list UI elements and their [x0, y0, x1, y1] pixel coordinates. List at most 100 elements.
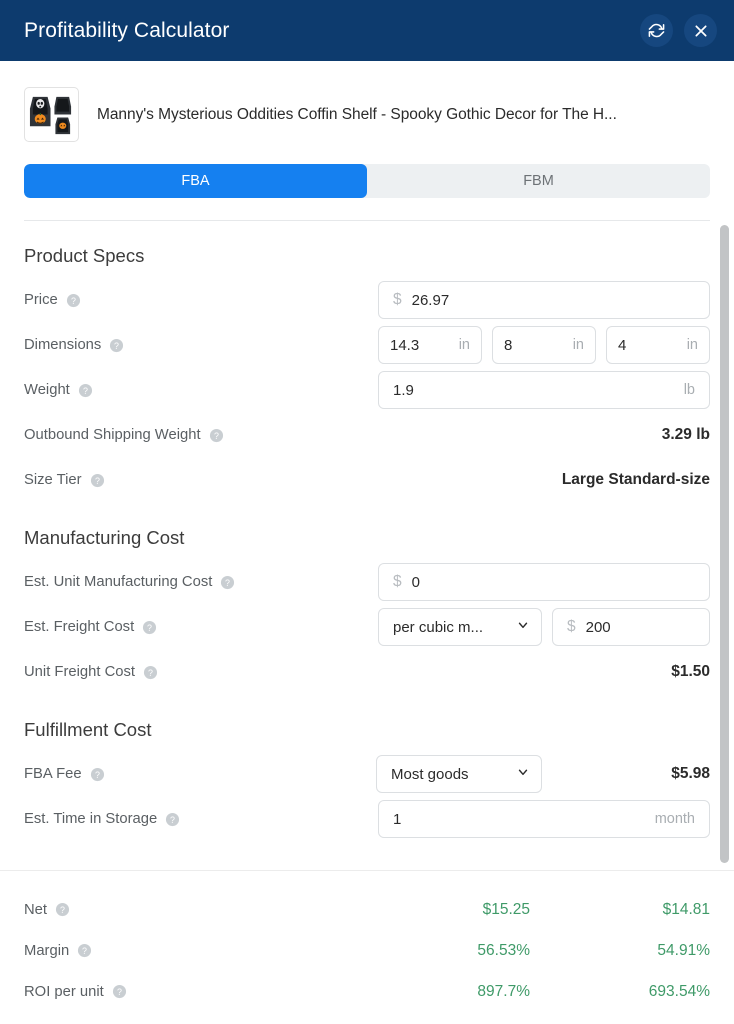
label-unit-manufacturing-cost: Est. Unit Manufacturing Cost ?	[24, 574, 235, 590]
fba-fee-category-select[interactable]: Most goods	[376, 755, 542, 793]
chevron-down-icon	[516, 618, 530, 637]
dimension-width-input[interactable]: 8 in	[492, 326, 596, 364]
help-icon[interactable]: ?	[165, 812, 180, 827]
weight-input[interactable]: 1.9 lb	[378, 371, 710, 409]
freight-cost-value: 200	[586, 619, 695, 636]
dimension-width-unit: in	[573, 337, 584, 353]
svg-text:?: ?	[147, 622, 152, 632]
label-net: Net ?	[24, 902, 70, 918]
price-input[interactable]: $ 26.97	[378, 281, 710, 319]
section-fulfillment-cost: Fulfillment Cost FBA Fee ? Most goods $5…	[24, 719, 710, 839]
help-icon[interactable]: ?	[90, 767, 105, 782]
section-title-manufacturing-cost: Manufacturing Cost	[24, 527, 710, 549]
row-unit-manufacturing-cost: Est. Unit Manufacturing Cost ? $ 0	[24, 562, 710, 602]
svg-text:?: ?	[214, 430, 219, 440]
svg-text:?: ?	[95, 769, 100, 779]
chevron-down-icon	[516, 765, 530, 784]
row-price: Price ? $ 26.97	[24, 280, 710, 320]
svg-text:?: ?	[170, 814, 175, 824]
svg-text:?: ?	[117, 987, 122, 997]
weight-value: 1.9	[393, 382, 674, 399]
label-outbound-shipping-weight: Outbound Shipping Weight ?	[24, 427, 224, 443]
freight-cost-input[interactable]: $ 200	[552, 608, 710, 646]
net-value-fbm: $14.81	[530, 901, 710, 919]
section-title-fulfillment-cost: Fulfillment Cost	[24, 719, 710, 741]
dimension-height-input[interactable]: 4 in	[606, 326, 710, 364]
currency-symbol: $	[393, 573, 402, 591]
dimension-length-value: 14.3	[390, 337, 449, 354]
label-dimensions-text: Dimensions	[24, 337, 101, 353]
profitability-calculator-window: Profitability Calculator	[0, 0, 734, 1024]
row-fba-fee: FBA Fee ? Most goods $5.98	[24, 754, 710, 794]
label-weight: Weight ?	[24, 382, 93, 398]
dimension-width-value: 8	[504, 337, 563, 354]
row-size-tier: Size Tier ? Large Standard-size	[24, 460, 710, 500]
label-roi-per-unit-text: ROI per unit	[24, 984, 104, 1000]
label-margin: Margin ?	[24, 943, 92, 959]
scrollbar-thumb[interactable]	[720, 225, 729, 863]
help-icon[interactable]: ?	[220, 575, 235, 590]
freight-controls: per cubic m... $ 200	[378, 608, 710, 646]
help-icon[interactable]: ?	[109, 338, 124, 353]
calculator-scroll-area: Product Specs Price ? $ 26.97 Dimensions	[0, 221, 734, 870]
svg-text:?: ?	[83, 385, 88, 395]
help-icon[interactable]: ?	[78, 383, 93, 398]
dimension-length-unit: in	[459, 337, 470, 353]
product-row: Manny's Mysterious Oddities Coffin Shelf…	[24, 87, 710, 142]
label-price: Price ?	[24, 292, 81, 308]
refresh-button[interactable]	[640, 14, 673, 47]
section-title-product-specs: Product Specs	[24, 245, 710, 267]
row-unit-freight-cost: Unit Freight Cost ? $1.50	[24, 652, 710, 692]
size-tier-value: Large Standard-size	[562, 471, 710, 489]
fba-fee-value: $5.98	[542, 765, 710, 783]
close-button[interactable]	[684, 14, 717, 47]
help-icon[interactable]: ?	[66, 293, 81, 308]
svg-text:?: ?	[95, 475, 100, 485]
product-header: Manny's Mysterious Oddities Coffin Shelf…	[0, 61, 734, 221]
label-time-in-storage: Est. Time in Storage ?	[24, 811, 180, 827]
unit-freight-cost-value: $1.50	[671, 663, 710, 681]
help-icon[interactable]: ?	[90, 473, 105, 488]
net-value-fba: $15.25	[340, 901, 530, 919]
label-dimensions: Dimensions ?	[24, 337, 124, 353]
dimension-length-input[interactable]: 14.3 in	[378, 326, 482, 364]
freight-mode-select[interactable]: per cubic m...	[378, 608, 542, 646]
unit-manufacturing-cost-input[interactable]: $ 0	[378, 563, 710, 601]
label-unit-freight-cost: Unit Freight Cost ?	[24, 664, 158, 680]
label-outbound-shipping-weight-text: Outbound Shipping Weight	[24, 427, 201, 443]
close-icon	[693, 23, 709, 39]
time-in-storage-unit: month	[655, 811, 695, 827]
weight-unit: lb	[684, 382, 695, 398]
help-icon[interactable]: ?	[77, 943, 92, 958]
fba-fee-category-value: Most goods	[391, 766, 469, 783]
tab-fba[interactable]: FBA	[24, 164, 367, 198]
dimension-inputs: 14.3 in 8 in 4 in	[378, 326, 710, 364]
help-icon[interactable]: ?	[142, 620, 157, 635]
margin-value-fba: 56.53%	[340, 942, 530, 960]
label-net-text: Net	[24, 902, 47, 918]
help-icon[interactable]: ?	[112, 984, 127, 999]
svg-text:?: ?	[71, 295, 76, 305]
outbound-shipping-weight-value: 3.29 lb	[662, 426, 710, 444]
tab-fbm[interactable]: FBM	[367, 164, 710, 198]
svg-text:?: ?	[225, 577, 230, 587]
time-in-storage-input[interactable]: 1 month	[378, 800, 710, 838]
label-size-tier: Size Tier ?	[24, 472, 105, 488]
scrollbar-track[interactable]	[720, 221, 729, 870]
roi-value-fba: 897.7%	[340, 983, 530, 1001]
summary-row-margin: Margin ? 56.53% 54.91%	[24, 930, 710, 971]
section-manufacturing-cost: Manufacturing Cost Est. Unit Manufacturi…	[24, 527, 710, 692]
dimension-height-value: 4	[618, 337, 677, 354]
titlebar-actions	[640, 14, 717, 47]
coffin-shelf-icon	[28, 91, 75, 138]
row-outbound-shipping-weight: Outbound Shipping Weight ? 3.29 lb	[24, 415, 710, 455]
help-icon[interactable]: ?	[143, 665, 158, 680]
help-icon[interactable]: ?	[55, 902, 70, 917]
summary-row-net: Net ? $15.25 $14.81	[24, 889, 710, 930]
label-fba-fee-text: FBA Fee	[24, 766, 82, 782]
row-weight: Weight ? 1.9 lb	[24, 370, 710, 410]
help-icon[interactable]: ?	[209, 428, 224, 443]
refresh-icon	[648, 22, 665, 39]
label-size-tier-text: Size Tier	[24, 472, 82, 488]
label-freight-cost: Est. Freight Cost ?	[24, 619, 157, 635]
